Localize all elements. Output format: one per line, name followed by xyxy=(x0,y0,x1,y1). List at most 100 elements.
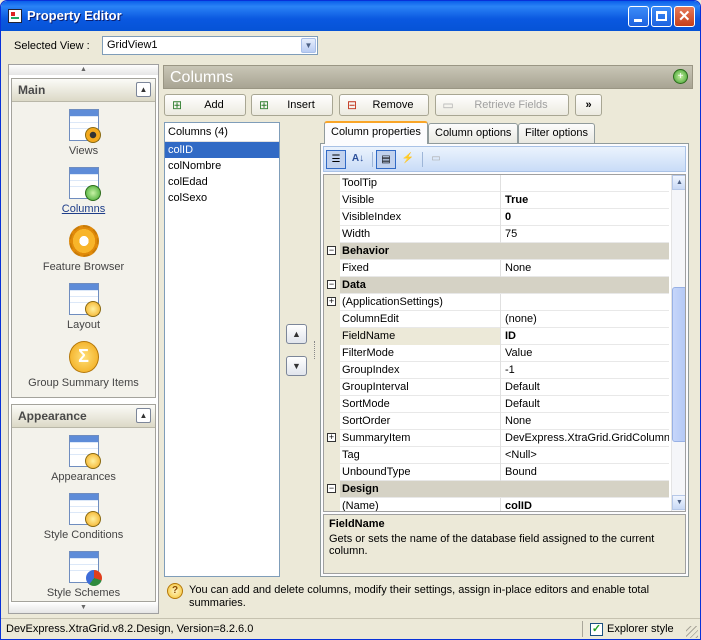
style-schemes-icon xyxy=(68,551,102,586)
splitter-handle[interactable] xyxy=(314,341,317,359)
collapse-icon[interactable]: − xyxy=(327,484,336,493)
panel-header: Columns + xyxy=(163,65,693,89)
property-value[interactable] xyxy=(502,175,669,192)
property-value[interactable]: Default xyxy=(502,396,669,413)
minimize-button[interactable] xyxy=(628,6,649,27)
status-separator xyxy=(582,621,583,637)
property-value[interactable]: Bound xyxy=(502,464,669,481)
property-row[interactable]: GroupIndex -1 xyxy=(324,362,669,379)
property-value[interactable]: DevExpress.XtraGrid.GridColumnSu xyxy=(502,430,669,447)
move-down-button[interactable]: ▼ xyxy=(286,356,307,376)
property-row[interactable]: VisibleIndex 0 xyxy=(324,209,669,226)
tab-column-options[interactable]: Column options xyxy=(428,123,519,143)
property-value[interactable]: colID xyxy=(502,498,669,511)
property-row[interactable]: + SummaryItem DevExpress.XtraGrid.GridColu… xyxy=(324,430,669,447)
property-value[interactable]: 0 xyxy=(502,209,669,226)
property-row[interactable]: GroupInterval Default xyxy=(324,379,669,396)
row-gutter: − xyxy=(324,277,340,294)
collapse-appearance-button[interactable]: ▲ xyxy=(136,408,151,423)
nav-group-appearance-header[interactable]: Appearance ▲ xyxy=(12,405,155,428)
property-row[interactable]: ToolTip xyxy=(324,175,669,192)
remove-button[interactable]: ⊟ Remove xyxy=(339,94,429,116)
property-row[interactable]: Fixed None xyxy=(324,260,669,277)
scroll-up-button[interactable]: ▲ xyxy=(672,175,685,190)
property-value[interactable]: 75 xyxy=(502,226,669,243)
properties-button[interactable]: ▤ xyxy=(376,150,396,169)
property-pages-button[interactable]: ▭ xyxy=(426,150,446,169)
property-grid[interactable]: ToolTip Visible True VisibleIndex 0 Width 75− B… xyxy=(323,174,686,512)
property-row[interactable]: FilterMode Value xyxy=(324,345,669,362)
property-value[interactable]: Value xyxy=(502,345,669,362)
resize-grip-icon[interactable] xyxy=(686,626,698,638)
row-gutter xyxy=(324,379,340,396)
categorized-button[interactable]: ☰ xyxy=(326,150,346,169)
events-button[interactable]: ⚡ xyxy=(398,150,418,169)
alphabetical-button[interactable]: A↓ xyxy=(348,150,368,169)
list-item[interactable]: colSexo xyxy=(165,190,279,206)
property-category-row[interactable]: − Data xyxy=(324,277,669,294)
nav-item-group-summary-items[interactable]: Σ Group Summary Items xyxy=(12,341,155,389)
property-row[interactable]: SortMode Default xyxy=(324,396,669,413)
nav-scroll-up-button[interactable]: ▲ xyxy=(9,65,158,75)
property-category-row[interactable]: − Design xyxy=(324,481,669,498)
property-value[interactable]: (none) xyxy=(502,311,669,328)
property-row[interactable]: + (ApplicationSettings) xyxy=(324,294,669,311)
row-gutter xyxy=(324,498,340,511)
row-gutter xyxy=(324,345,340,362)
more-button[interactable]: » xyxy=(575,94,602,116)
nav-item-feature-browser[interactable]: Feature Browser xyxy=(12,225,155,273)
selected-view-combo[interactable]: GridView1 ▼ xyxy=(102,36,318,55)
scrollbar-thumb[interactable] xyxy=(672,287,685,442)
collapse-icon[interactable]: − xyxy=(327,280,336,289)
expand-icon[interactable]: + xyxy=(327,433,336,442)
chevron-down-icon[interactable]: ▼ xyxy=(301,38,316,53)
property-value[interactable]: ID xyxy=(502,328,669,345)
list-item[interactable]: colNombre xyxy=(165,158,279,174)
tab-filter-options[interactable]: Filter options xyxy=(518,123,595,143)
property-row[interactable]: (Name) colID xyxy=(324,498,669,511)
close-button[interactable]: ✕ xyxy=(674,6,695,27)
list-item[interactable]: colEdad xyxy=(165,174,279,190)
collapse-main-button[interactable]: ▲ xyxy=(136,82,151,97)
retrieve-fields-button[interactable]: ▭ Retrieve Fields xyxy=(435,94,569,116)
property-row[interactable]: FieldName ID xyxy=(324,328,669,345)
panel-title: Columns xyxy=(170,69,234,86)
insert-button[interactable]: ⊞ Insert xyxy=(251,94,333,116)
property-row[interactable]: UnboundType Bound xyxy=(324,464,669,481)
explorer-style-checkbox[interactable]: ✓ xyxy=(590,623,603,636)
property-row[interactable]: Visible True xyxy=(324,192,669,209)
nav-item-style-schemes[interactable]: Style Schemes xyxy=(12,551,155,599)
maximize-button[interactable] xyxy=(651,6,672,27)
property-row[interactable]: Tag <Null> xyxy=(324,447,669,464)
collapse-icon[interactable]: − xyxy=(327,246,336,255)
explorer-style-label[interactable]: Explorer style xyxy=(607,623,674,635)
property-value[interactable]: None xyxy=(502,413,669,430)
property-value[interactable]: None xyxy=(502,260,669,277)
list-item[interactable]: colID xyxy=(165,142,279,158)
tab-column-properties[interactable]: Column properties xyxy=(324,121,428,144)
nav-item-columns[interactable]: Columns xyxy=(12,167,155,215)
property-category-row[interactable]: − Behavior xyxy=(324,243,669,260)
expand-icon[interactable]: + xyxy=(327,297,336,306)
nav-scroll-down-button[interactable]: ▼ xyxy=(9,603,158,613)
property-row[interactable]: SortOrder None xyxy=(324,413,669,430)
property-value[interactable]: Default xyxy=(502,379,669,396)
move-up-button[interactable]: ▲ xyxy=(286,324,307,344)
property-value[interactable]: <Null> xyxy=(502,447,669,464)
nav-item-style-conditions[interactable]: Style Conditions xyxy=(12,493,155,541)
property-name: (Name) xyxy=(340,498,501,511)
scroll-down-button[interactable]: ▼ xyxy=(672,495,685,510)
property-value[interactable] xyxy=(502,294,669,311)
property-row[interactable]: Width 75 xyxy=(324,226,669,243)
property-row[interactable]: ColumnEdit (none) xyxy=(324,311,669,328)
nav-item-views[interactable]: Views xyxy=(12,109,155,157)
nav-item-layout[interactable]: Layout xyxy=(12,283,155,331)
add-button[interactable]: ⊞ Add xyxy=(164,94,246,116)
columns-listbox[interactable]: Columns (4) colID colNombre colEdad colS… xyxy=(164,122,280,577)
property-value[interactable]: -1 xyxy=(502,362,669,379)
title-bar[interactable]: Property Editor ✕ xyxy=(1,1,700,31)
nav-group-main-header[interactable]: Main ▲ xyxy=(12,79,155,102)
property-value[interactable]: True xyxy=(502,192,669,209)
property-grid-scrollbar[interactable]: ▲ ▼ xyxy=(671,175,685,511)
nav-item-appearances[interactable]: Appearances xyxy=(12,435,155,483)
